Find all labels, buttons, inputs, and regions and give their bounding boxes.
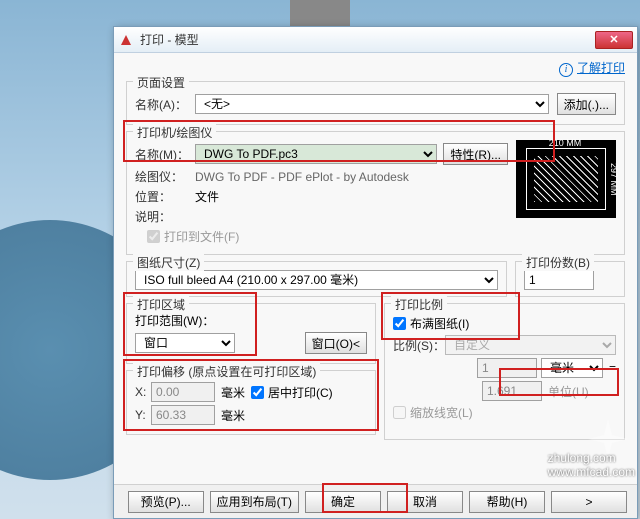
group-title-page-setup: 页面设置 (133, 74, 189, 91)
button-bar: 预览(P)... 应用到布局(T) 确定 取消 帮助(H) > (114, 484, 637, 518)
add-button[interactable]: 添加(.)... (557, 93, 616, 115)
group-title-paper: 图纸尺寸(Z) (133, 254, 204, 271)
group-title-offset: 打印偏移 (原点设置在可打印区域) (133, 363, 320, 380)
fit-checkbox[interactable] (393, 317, 406, 330)
lineweight-label: 缩放线宽(L) (410, 404, 473, 421)
page-name-select[interactable]: <无> (195, 94, 549, 114)
printer-name-select[interactable]: DWG To PDF.pc3 (195, 144, 437, 164)
center-checkbox[interactable] (251, 386, 264, 399)
location-value: 文件 (195, 188, 219, 205)
scale-unit-select[interactable]: 毫米 (541, 358, 603, 378)
page-name-label: 名称(A)： (135, 96, 195, 113)
group-offset: 打印偏移 (原点设置在可打印区域) X: 毫米 居中打印(C) Y: 毫米 (126, 370, 376, 435)
fit-label: 布满图纸(I) (410, 315, 469, 332)
titlebar[interactable]: 打印 - 模型 ✕ (114, 27, 637, 53)
print-dialog: 打印 - 模型 ✕ i 了解打印 页面设置 名称(A)： <无> 添加(.)...… (113, 26, 638, 519)
preview-width-label: 210 MM (530, 138, 600, 148)
window-title: 打印 - 模型 (140, 31, 595, 48)
group-copies: 打印份数(B) (515, 261, 625, 297)
group-paper-size: 图纸尺寸(Z) ISO full bleed A4 (210.00 x 297.… (126, 261, 507, 297)
scale-den-unit: 单位(U) (548, 383, 616, 400)
offset-x-label: X: (135, 385, 151, 399)
group-title-copies: 打印份数(B) (522, 254, 594, 271)
offset-y-input (151, 405, 215, 425)
scale-den-input (482, 381, 542, 401)
scale-label: 比例(S)： (393, 337, 445, 354)
group-title-area: 打印区域 (133, 296, 189, 313)
group-title-scale: 打印比例 (391, 296, 447, 313)
app-icon (118, 32, 134, 48)
learn-print-link[interactable]: 了解打印 (577, 61, 625, 75)
apply-layout-button[interactable]: 应用到布局(T) (210, 491, 299, 513)
preview-height-label: 297 MM (609, 152, 619, 206)
help-button[interactable]: 帮助(H) (469, 491, 545, 513)
print-to-file-checkbox (147, 230, 160, 243)
center-label: 居中打印(C) (268, 384, 333, 401)
print-to-file-label: 打印到文件(F) (164, 228, 239, 245)
group-title-printer: 打印机/绘图仪 (133, 124, 216, 141)
info-icon: i (559, 63, 573, 77)
print-range-select[interactable]: 窗口 (135, 333, 235, 353)
copies-input[interactable] (524, 270, 594, 290)
window-pick-button[interactable]: 窗口(O)< (305, 332, 367, 354)
scale-select: 自定义 (445, 335, 616, 355)
desc-label: 说明： (135, 208, 195, 225)
close-button[interactable]: ✕ (595, 31, 633, 49)
watermark-text: zhulong.com www.mfcad.com (548, 451, 635, 479)
printer-name-label: 名称(M)： (135, 146, 195, 163)
plotter-label: 绘图仪： (135, 168, 195, 185)
paper-size-select[interactable]: ISO full bleed A4 (210.00 x 297.00 毫米) (135, 270, 498, 290)
location-label: 位置： (135, 188, 195, 205)
properties-button[interactable]: 特性(R)... (443, 143, 508, 165)
preview-button[interactable]: 预览(P)... (128, 491, 204, 513)
offset-x-input (151, 382, 215, 402)
offset-x-unit: 毫米 (221, 384, 245, 401)
equals: = (609, 361, 616, 375)
ok-button[interactable]: 确定 (305, 491, 381, 513)
offset-y-unit: 毫米 (221, 407, 245, 424)
print-range-label: 打印范围(W)： (135, 312, 367, 329)
offset-y-label: Y: (135, 408, 151, 422)
lineweight-checkbox (393, 406, 406, 419)
group-page-setup: 页面设置 名称(A)： <无> 添加(.)... (126, 81, 625, 125)
paper-preview: 210 MM 297 MM (516, 140, 616, 218)
cancel-button[interactable]: 取消 (387, 491, 463, 513)
expand-button[interactable]: > (551, 491, 627, 513)
scale-num-input (477, 358, 537, 378)
group-printer: 打印机/绘图仪 名称(M)： DWG To PDF.pc3 特性(R)... 绘… (126, 131, 625, 255)
group-print-area: 打印区域 打印范围(W)： 窗口 窗口(O)< (126, 303, 376, 364)
plotter-value: DWG To PDF - PDF ePlot - by Autodesk (195, 170, 409, 184)
